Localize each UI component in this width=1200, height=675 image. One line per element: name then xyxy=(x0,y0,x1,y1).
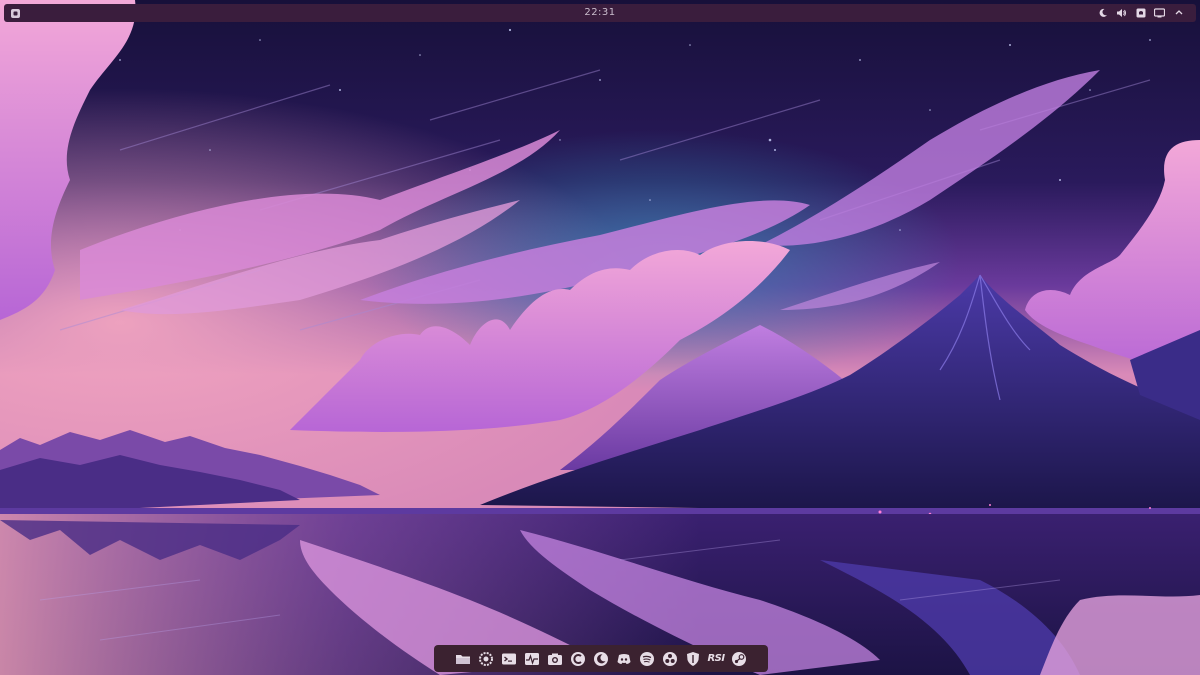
volume-icon[interactable] xyxy=(1116,8,1127,19)
shield-icon[interactable] xyxy=(683,649,703,669)
display-icon[interactable] xyxy=(1154,8,1165,19)
moon-app-icon[interactable] xyxy=(591,649,611,669)
distro-logo-icon xyxy=(10,8,20,18)
system-monitor-icon[interactable] xyxy=(522,649,542,669)
rsi-icon[interactable]: RSI xyxy=(706,649,726,669)
system-tray xyxy=(1097,7,1184,19)
settings-icon[interactable] xyxy=(476,649,496,669)
steam-icon[interactable] xyxy=(729,649,749,669)
top-bar: 22:31 xyxy=(4,4,1196,22)
terminal-icon[interactable] xyxy=(499,649,519,669)
screenshot-icon[interactable] xyxy=(545,649,565,669)
notifications-icon[interactable] xyxy=(1135,8,1146,19)
dock: RSI xyxy=(434,645,768,672)
app-c-icon[interactable] xyxy=(568,649,588,669)
files-icon[interactable] xyxy=(453,649,473,669)
rsi-label: RSI xyxy=(707,653,725,664)
wallpaper xyxy=(0,0,1200,675)
discord-icon[interactable] xyxy=(614,649,634,669)
obs-icon[interactable] xyxy=(660,649,680,669)
clock[interactable]: 22:31 xyxy=(4,7,1196,19)
desktop: 22:31 RSI xyxy=(0,0,1200,675)
spotify-icon[interactable] xyxy=(637,649,657,669)
activities-button[interactable] xyxy=(9,7,21,19)
night-light-icon[interactable] xyxy=(1097,8,1108,19)
power-icon[interactable] xyxy=(1173,8,1184,19)
